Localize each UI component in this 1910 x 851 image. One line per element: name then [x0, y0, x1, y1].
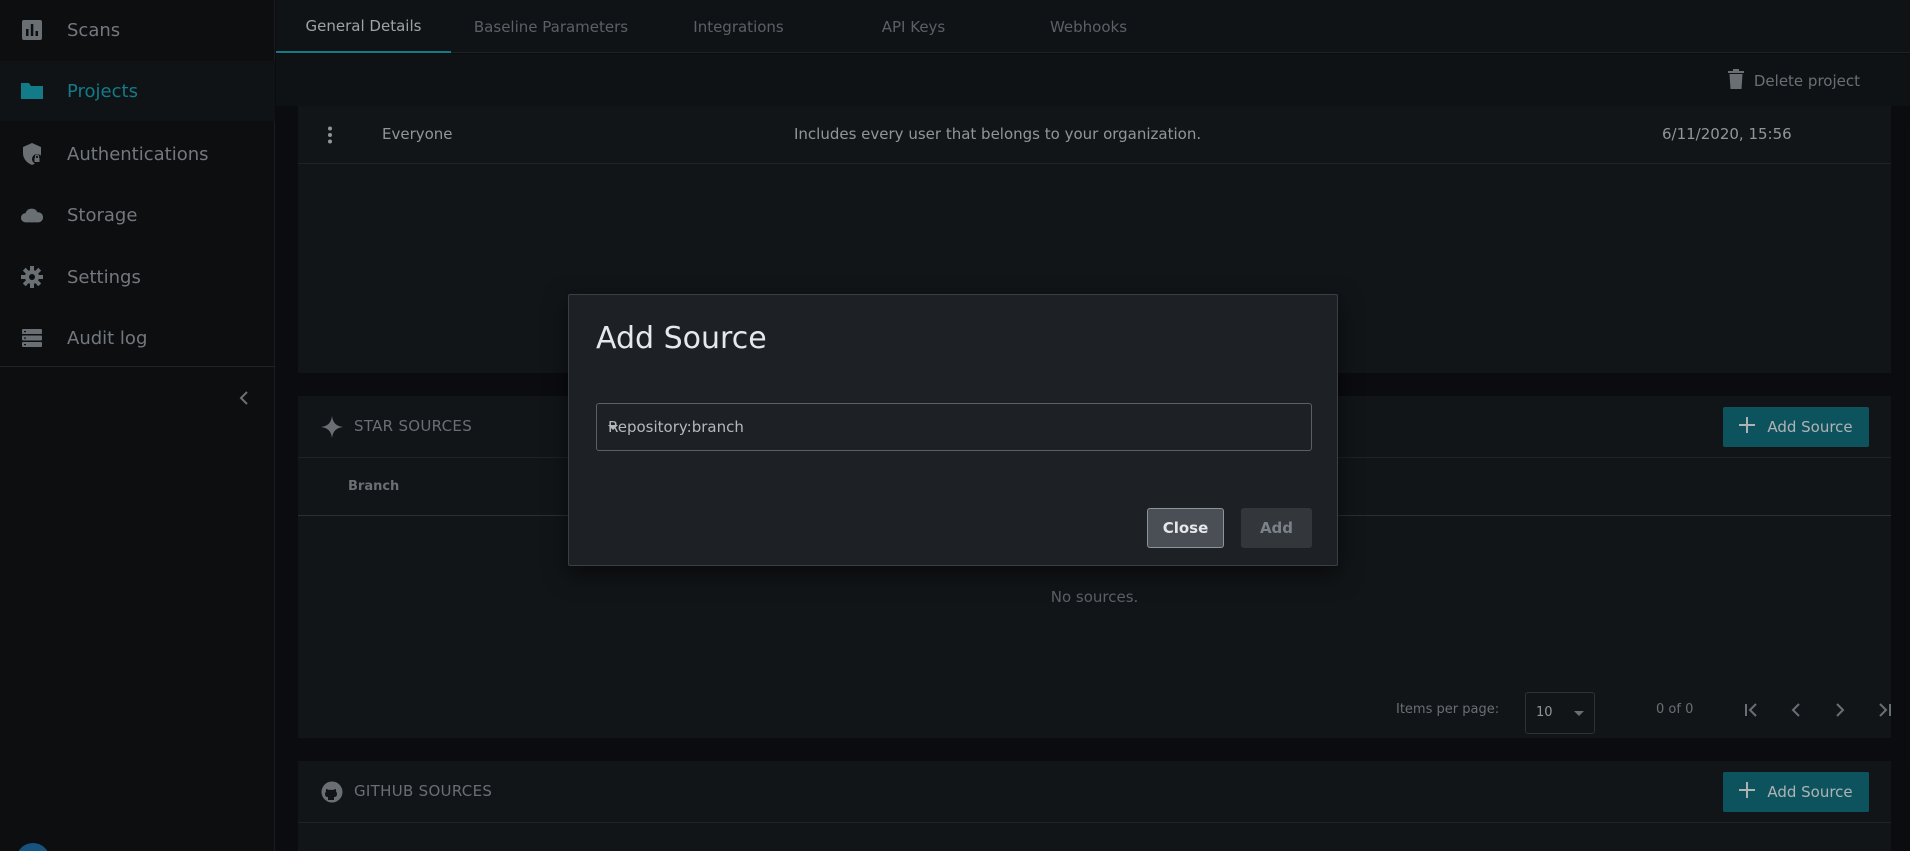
- dialog-title: Add Source: [596, 321, 767, 356]
- add-source-dialog: Add Source Repository:branch Close Add: [568, 294, 1338, 566]
- repository-branch-select[interactable]: Repository:branch: [596, 403, 1312, 451]
- close-button[interactable]: Close: [1147, 508, 1224, 548]
- add-button[interactable]: Add: [1241, 508, 1312, 548]
- caret-down-icon: [608, 425, 618, 430]
- select-value: Repository:branch: [608, 418, 744, 436]
